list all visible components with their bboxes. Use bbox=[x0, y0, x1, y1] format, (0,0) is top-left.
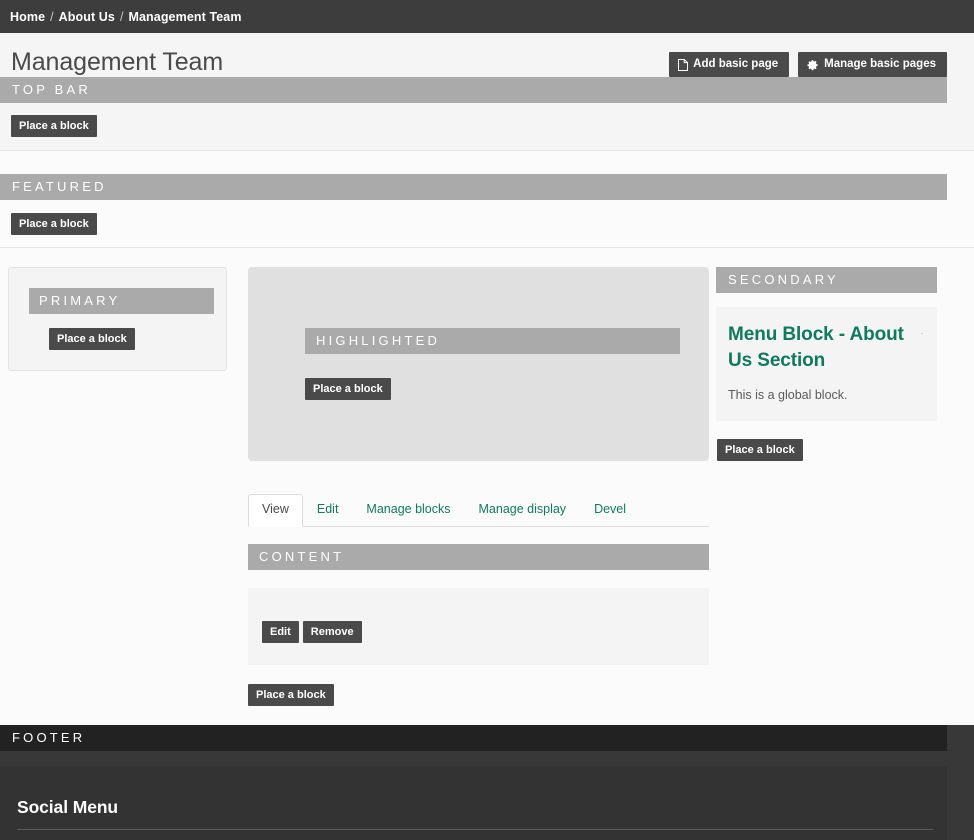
remove-button[interactable]: Remove bbox=[302, 621, 362, 643]
region-secondary: SECONDARY Menu Block - About Us Section … bbox=[716, 267, 937, 461]
region-featured: FEATURED Place a block bbox=[0, 151, 974, 248]
tab-manage-display[interactable]: Manage display bbox=[465, 494, 581, 526]
content-actions: Place a block bbox=[248, 665, 709, 706]
center-column: HIGHLIGHTED Place a block View Edit Mana… bbox=[248, 267, 709, 706]
add-basic-page-label: Add basic page bbox=[693, 58, 779, 70]
place-a-block-button-primary[interactable]: Place a block bbox=[49, 328, 135, 350]
top-bar-actions: Place a block bbox=[0, 103, 961, 150]
main-columns: PRIMARY Place a block HIGHLIGHTED Place … bbox=[0, 248, 974, 706]
gear-icon bbox=[807, 59, 819, 71]
featured-actions: Place a block bbox=[0, 200, 974, 247]
secondary-block-body: This is a global block. bbox=[728, 388, 848, 402]
primary-actions: Place a block bbox=[29, 314, 214, 350]
edit-button[interactable]: Edit bbox=[262, 621, 299, 643]
secondary-menu-block: Menu Block - About Us Section This is a … bbox=[716, 307, 937, 421]
region-label-highlighted: HIGHLIGHTED bbox=[305, 328, 680, 354]
breadcrumb-item-home[interactable]: Home bbox=[10, 10, 45, 24]
tabs: View Edit Manage blocks Manage display D… bbox=[248, 494, 709, 527]
add-basic-page-button[interactable]: Add basic page bbox=[669, 52, 790, 77]
region-label-content: CONTENT bbox=[248, 544, 709, 570]
region-highlighted: HIGHLIGHTED Place a block bbox=[248, 267, 709, 461]
breadcrumb-separator: / bbox=[119, 9, 124, 24]
tab-edit[interactable]: Edit bbox=[303, 494, 353, 526]
title-rule bbox=[921, 333, 923, 334]
region-label-primary: PRIMARY bbox=[29, 288, 214, 314]
tab-manage-blocks[interactable]: Manage blocks bbox=[352, 494, 464, 526]
place-a-block-button-featured[interactable]: Place a block bbox=[11, 213, 97, 235]
breadcrumb-item-about-us[interactable]: About Us bbox=[59, 10, 115, 24]
region-top-bar: TOP BAR Place a block bbox=[0, 77, 974, 151]
content-block: Edit Remove bbox=[248, 588, 709, 665]
region-label-featured: FEATURED bbox=[0, 174, 947, 200]
page-icon bbox=[678, 58, 689, 71]
page-header: Management Team Add basic page Manage ba… bbox=[0, 33, 974, 151]
region-content: CONTENT Edit Remove Place a block bbox=[248, 544, 709, 706]
region-label-secondary: SECONDARY bbox=[716, 267, 937, 293]
place-a-block-button-secondary[interactable]: Place a block bbox=[717, 439, 803, 461]
page-title: Management Team bbox=[11, 48, 224, 76]
footer-block-title: Social Menu bbox=[17, 797, 119, 817]
breadcrumb-separator: / bbox=[50, 9, 54, 24]
breadcrumb-bar: Home / About Us / Management Team bbox=[0, 0, 974, 33]
place-a-block-button-content[interactable]: Place a block bbox=[248, 684, 334, 706]
tab-devel[interactable]: Devel bbox=[580, 494, 640, 526]
breadcrumb-item-management-team: Management Team bbox=[128, 9, 242, 24]
content-block-buttons: Edit Remove bbox=[262, 621, 709, 643]
place-a-block-button-highlighted[interactable]: Place a block bbox=[305, 378, 391, 400]
footer-social-menu-block: Social Menu This is a global block. bbox=[0, 766, 947, 840]
region-footer: FOOTER Social Menu This is a global bloc… bbox=[0, 725, 974, 840]
region-primary: PRIMARY Place a block bbox=[8, 267, 227, 371]
highlighted-actions: Place a block bbox=[305, 354, 680, 400]
manage-basic-pages-label: Manage basic pages bbox=[824, 58, 936, 70]
tab-view[interactable]: View bbox=[248, 494, 303, 527]
footer-title-rule bbox=[17, 829, 933, 830]
manage-basic-pages-button[interactable]: Manage basic pages bbox=[798, 52, 947, 77]
region-label-top-bar: TOP BAR bbox=[0, 77, 947, 103]
region-label-footer: FOOTER bbox=[0, 725, 947, 751]
secondary-block-title: Menu Block - About Us Section bbox=[728, 324, 904, 371]
secondary-actions: Place a block bbox=[716, 421, 937, 461]
place-a-block-button-top-bar[interactable]: Place a block bbox=[11, 115, 97, 137]
header-actions: Add basic page Manage basic pages bbox=[669, 47, 947, 77]
breadcrumb: Home / About Us / Management Team bbox=[10, 10, 242, 24]
